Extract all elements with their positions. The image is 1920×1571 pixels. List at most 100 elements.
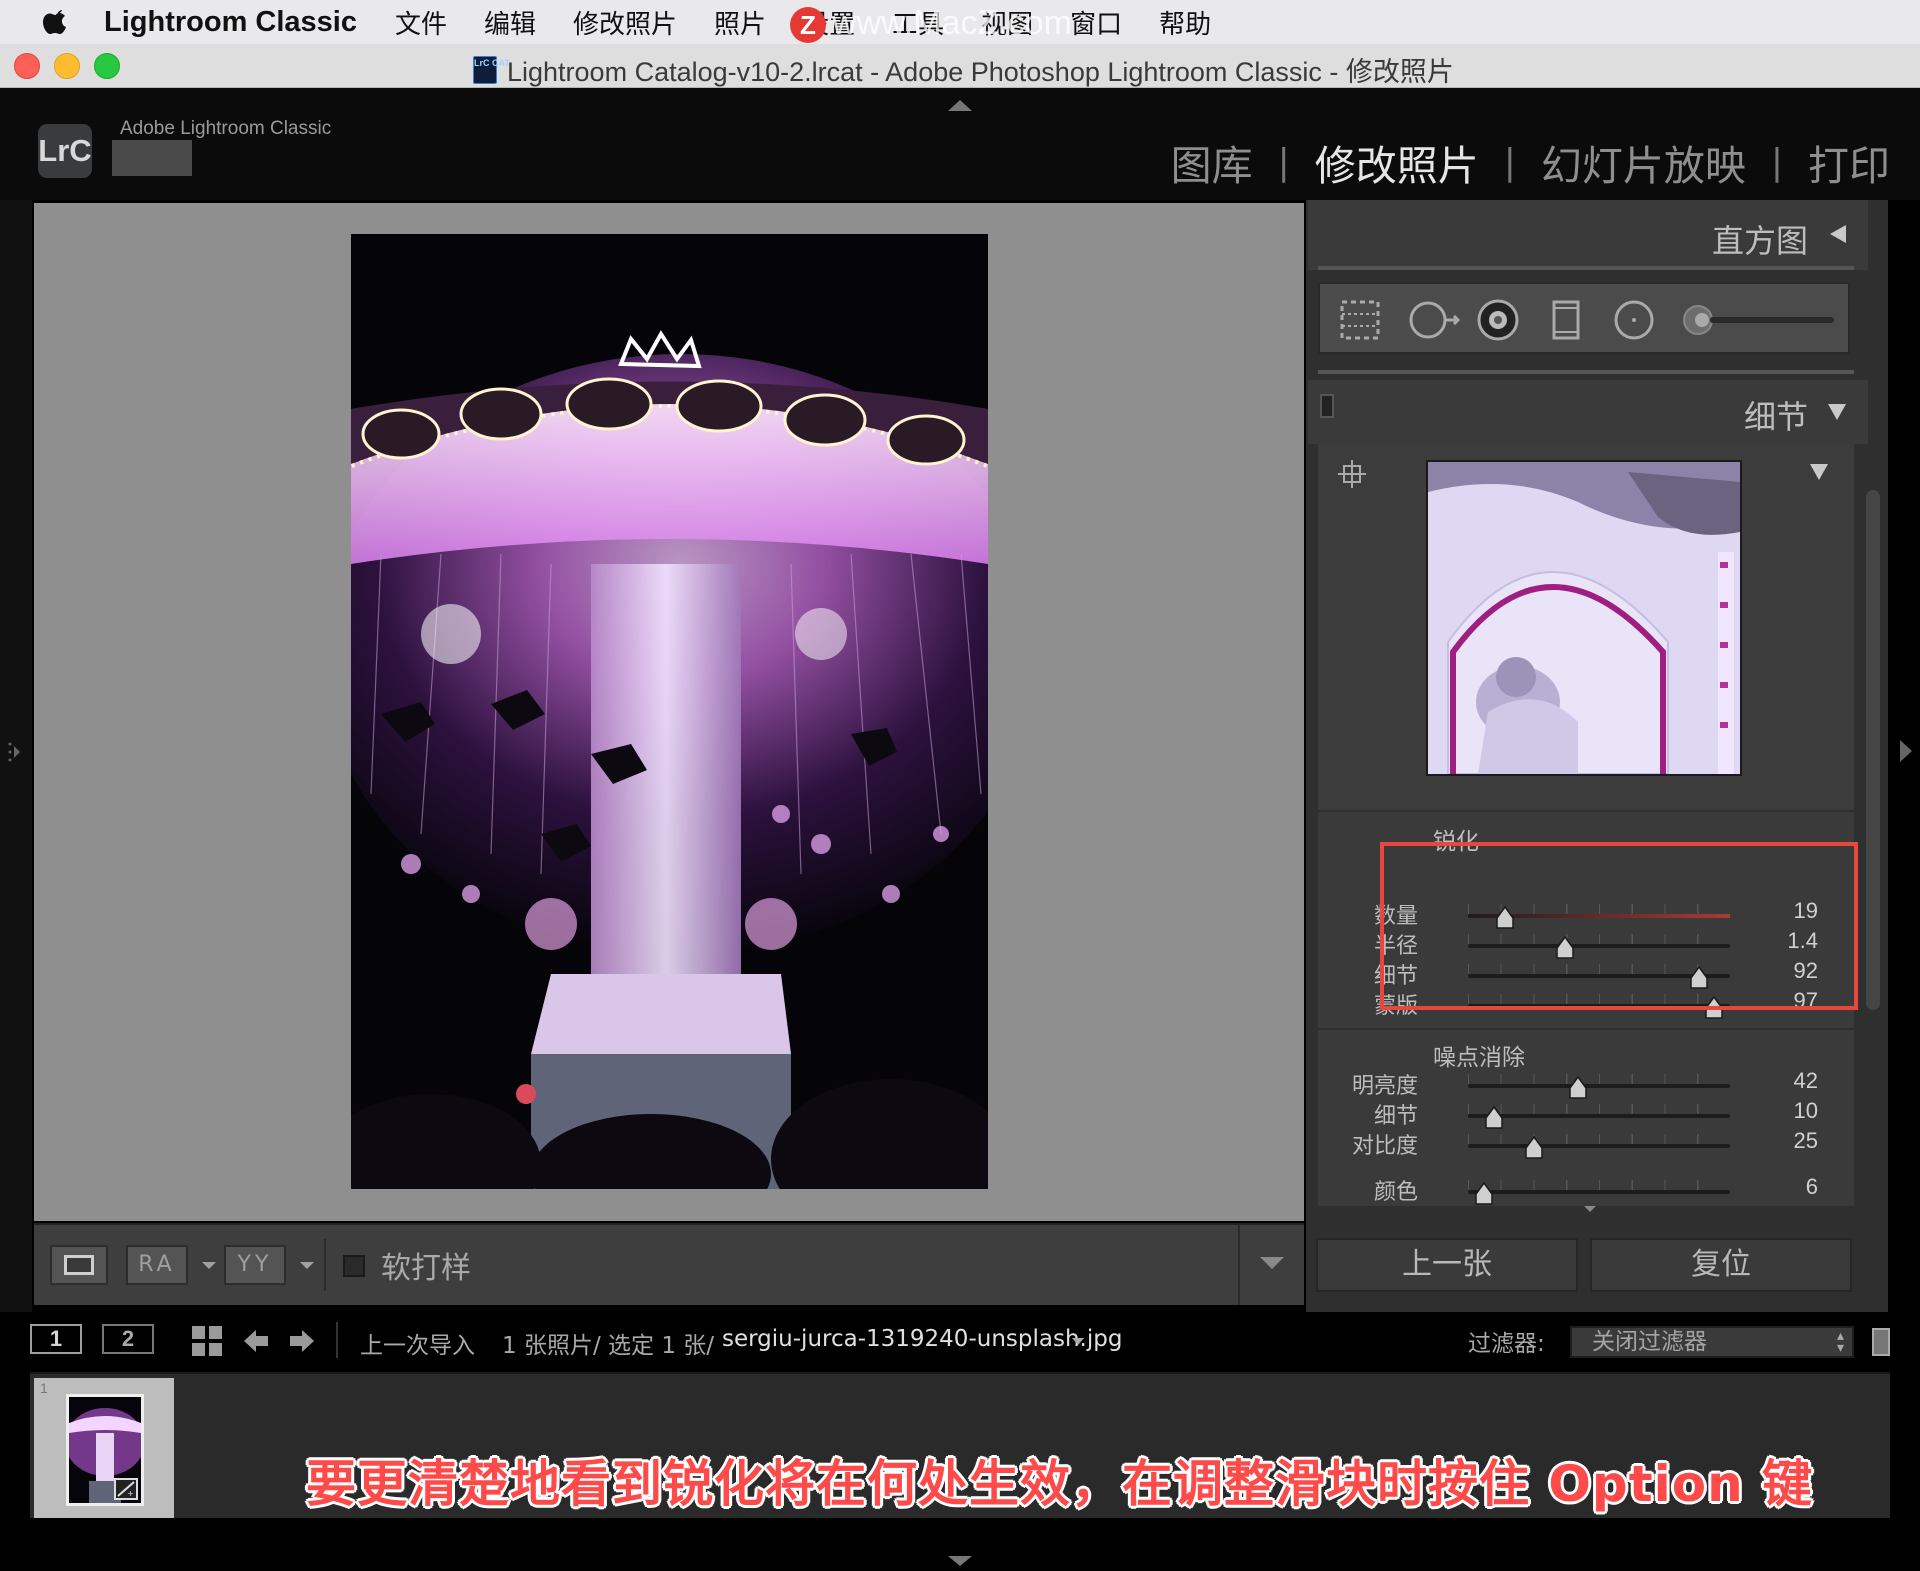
radial-filter-icon[interactable] [1612, 298, 1656, 342]
menu-help[interactable]: 帮助 [1159, 4, 1211, 41]
spot-removal-icon[interactable] [1408, 298, 1464, 342]
slider-thumb[interactable] [1568, 1076, 1588, 1100]
collapse-triangle-icon[interactable] [1830, 225, 1846, 243]
right-panel-scrollbar[interactable] [1866, 490, 1880, 1010]
module-bar: LrC Adobe Lightroom Classic 图库 | 修改照片 | … [0, 88, 1920, 200]
module-separator: | [1277, 141, 1290, 183]
menu-edit[interactable]: 编辑 [484, 4, 536, 41]
primary-window-button[interactable]: 1 [30, 1324, 82, 1354]
grid-view-icon[interactable] [192, 1326, 222, 1356]
window-title-text: Lightroom Catalog-v10-2.lrcat - Adobe Ph… [507, 57, 1454, 87]
photo-preview[interactable] [351, 234, 988, 1189]
carousel-photo-image [351, 234, 988, 1189]
top-panel-collapse-icon[interactable] [948, 100, 972, 111]
slider-label: 细节 [1373, 1104, 1418, 1129]
module-develop[interactable]: 修改照片 [1315, 132, 1479, 192]
filter-label: 过滤器: [1468, 1331, 1545, 1357]
previous-settings-button[interactable]: 上一张 [1316, 1238, 1578, 1292]
detail-zoom-preview[interactable] [1426, 460, 1742, 776]
close-window-button[interactable] [14, 53, 40, 79]
before-after-lr-button[interactable]: RA [126, 1245, 188, 1285]
source-label[interactable]: 上一次导入 [360, 1326, 475, 1360]
panel-end-marker-icon [1584, 1206, 1596, 1212]
slider-thumb[interactable] [1484, 1106, 1504, 1130]
filter-lock-icon[interactable] [1872, 1328, 1890, 1356]
module-print[interactable]: 打印 [1808, 132, 1890, 192]
filter-select[interactable]: 关闭过滤器 ▴ ▾ [1570, 1326, 1854, 1358]
slider-thumb[interactable] [1474, 1182, 1494, 1206]
histogram-title: 直方图 [1711, 222, 1808, 260]
tutorial-caption: 要更清楚地看到锐化将在何处生效，在调整滑块时按住 Option 键 [306, 1455, 1814, 1513]
soft-proof-label: 软打样 [381, 1251, 471, 1286]
window-title: LrC CAT Lightroom Catalog-v10-2.lrcat - … [473, 50, 1454, 89]
watermark: Zwww.MacZ.com [790, 4, 1072, 43]
detail-panel-header[interactable]: 细节 [1308, 380, 1868, 444]
module-slideshow[interactable]: 幻灯片放映 [1541, 132, 1746, 192]
slider-value[interactable]: 42 [1738, 1068, 1818, 1094]
bottom-panel-collapse-icon[interactable] [948, 1556, 972, 1566]
menu-photo[interactable]: 照片 [714, 4, 766, 41]
preview-options-icon[interactable] [1810, 464, 1828, 480]
slider-value[interactable]: 25 [1738, 1128, 1818, 1154]
loupe-view-button[interactable] [50, 1245, 108, 1285]
filmstrip-thumbnail[interactable]: 1 + [34, 1378, 174, 1518]
slider-thumb[interactable] [1524, 1136, 1544, 1160]
menu-file[interactable]: 文件 [395, 4, 447, 41]
minimize-window-button[interactable] [54, 53, 80, 79]
menu-develop[interactable]: 修改照片 [573, 4, 677, 41]
arrow-left-icon[interactable] [240, 1326, 270, 1356]
secondary-window-button[interactable]: 2 [102, 1324, 154, 1354]
slider-value[interactable]: 10 [1738, 1098, 1818, 1124]
right-panel-collapse-icon[interactable] [1900, 740, 1912, 762]
module-separator: | [1503, 141, 1516, 183]
zoomed-detail-image [1428, 462, 1740, 774]
module-library[interactable]: 图库 [1171, 132, 1253, 192]
reset-button[interactable]: 复位 [1590, 1238, 1852, 1292]
before-after-dropdown-icon[interactable] [202, 1262, 216, 1269]
red-eye-icon[interactable] [1476, 298, 1520, 342]
crop-overlay-icon[interactable] [1338, 298, 1382, 342]
filter-select-value: 关闭过滤器 [1592, 1329, 1707, 1355]
menu-window[interactable]: 窗口 [1070, 4, 1122, 41]
slider-row: 明亮度 42 [1318, 1068, 1818, 1100]
expand-triangle-icon[interactable] [1828, 404, 1846, 420]
slider-track[interactable] [1468, 1190, 1730, 1194]
histogram-panel-header[interactable]: 直方图 [1308, 200, 1868, 270]
slider-row: 细节 10 [1318, 1098, 1818, 1130]
arrow-right-icon[interactable] [288, 1326, 318, 1356]
adjustment-brush-icon[interactable] [1680, 298, 1840, 342]
toolbar-divider [324, 1239, 326, 1291]
soft-proof-checkbox[interactable] [343, 1255, 365, 1277]
window-titlebar: LrC CAT Lightroom Catalog-v10-2.lrcat - … [0, 44, 1920, 88]
filename-dropdown-icon[interactable] [1072, 1338, 1084, 1345]
slider-track[interactable] [1468, 1084, 1730, 1088]
loupe-view[interactable] [34, 203, 1304, 1221]
viewer-toolbar: RA YY 软打样 [34, 1223, 1304, 1305]
identity-plate[interactable] [112, 140, 192, 176]
target-crosshair-icon[interactable] [1336, 458, 1368, 490]
before-after-swap-button[interactable]: YY [224, 1245, 286, 1285]
slider-value[interactable]: 6 [1738, 1174, 1818, 1200]
svg-text:+: + [127, 1489, 134, 1498]
tool-strip [1318, 282, 1850, 354]
chevron-down-icon [1260, 1257, 1284, 1269]
develop-right-panel: 直方图 细节 锐化 数量 19 半径 1.4 细节 92 蒙版 97 噪点消除 … [1306, 200, 1888, 1312]
slider-track[interactable] [1468, 1144, 1730, 1148]
slider-ticks [1468, 1134, 1730, 1144]
detail-preview-area [1318, 444, 1854, 810]
color-noise-row-area: 颜色 6 [1318, 1170, 1854, 1206]
photo-count: 1 张照片/ 选定 1 张/ [502, 1333, 715, 1359]
module-picker: 图库 | 修改照片 | 幻灯片放映 | 打印 [1171, 132, 1890, 192]
apple-icon[interactable] [36, 6, 76, 38]
zoom-window-button[interactable] [94, 53, 120, 79]
app-menu[interactable]: Lightroom Classic [104, 6, 357, 39]
panel-switch-icon[interactable] [1320, 394, 1334, 418]
left-panel-expand-icon[interactable] [6, 740, 22, 764]
graduated-filter-icon[interactable] [1544, 298, 1588, 342]
filename-label[interactable]: sergiu-jurca-1319240-unsplash.jpg [722, 1326, 1122, 1352]
swap-dropdown-icon[interactable] [300, 1262, 314, 1269]
slider-ticks [1468, 1104, 1730, 1114]
toolbar-content-menu[interactable] [1238, 1225, 1304, 1305]
slider-track[interactable] [1468, 1114, 1730, 1118]
left-panel-collapsed[interactable] [0, 200, 32, 1312]
